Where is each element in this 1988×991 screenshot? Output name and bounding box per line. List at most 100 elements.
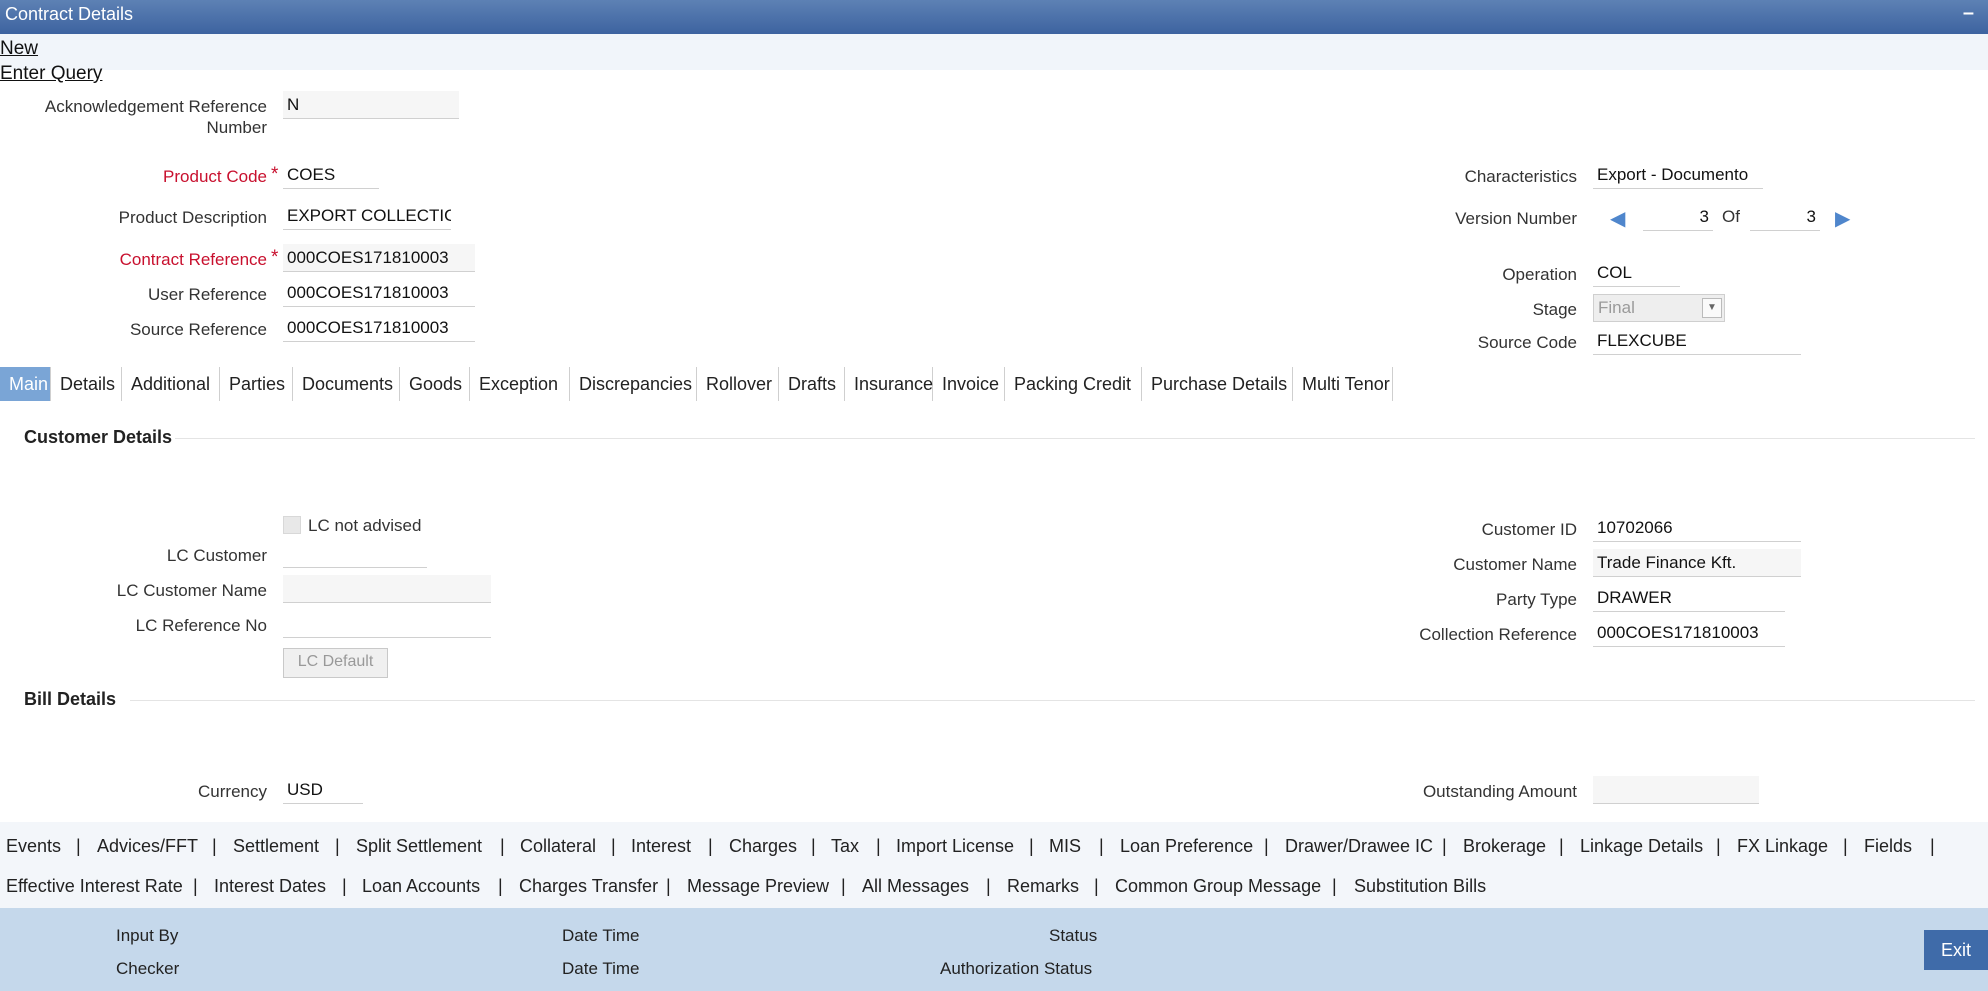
tab-main[interactable]: Main — [0, 367, 51, 401]
fx-linkage-link[interactable]: FX Linkage — [1737, 836, 1828, 857]
charges-link[interactable]: Charges — [729, 836, 797, 857]
drawer-drawee-ic-link[interactable]: Drawer/Drawee IC — [1285, 836, 1433, 857]
previous-version-icon[interactable]: ◀ — [1610, 206, 1625, 231]
brokerage-link[interactable]: Brokerage — [1463, 836, 1546, 857]
new-link[interactable]: New — [0, 38, 38, 60]
ack-ref-label: Acknowledgement Reference Number — [20, 96, 267, 138]
substitution-bills-link[interactable]: Substitution Bills — [1354, 876, 1486, 897]
lc-customer-field[interactable] — [283, 540, 427, 568]
separator: | — [1930, 836, 1935, 856]
contract-reference-field[interactable]: 000COES171810003 — [283, 244, 475, 272]
currency-field[interactable]: USD — [283, 776, 363, 804]
outstanding-amount-label: Outstanding Amount — [1422, 782, 1577, 801]
exit-button[interactable]: Exit — [1924, 930, 1988, 970]
operation-field[interactable]: COL — [1593, 259, 1680, 287]
mis-link[interactable]: MIS — [1049, 836, 1081, 857]
tab-discrepancies[interactable]: Discrepancies — [570, 367, 697, 401]
stage-select[interactable]: Final ▼ — [1593, 294, 1725, 322]
tab-multi-tenor[interactable]: Multi Tenor — [1293, 367, 1393, 401]
tax-link[interactable]: Tax — [831, 836, 859, 857]
interest-link[interactable]: Interest — [631, 836, 691, 857]
operation-label: Operation — [1502, 265, 1577, 284]
source-reference-field[interactable]: 000COES171810003 — [283, 314, 475, 342]
tab-insurance[interactable]: Insurance — [845, 367, 933, 401]
message-preview-link[interactable]: Message Preview — [687, 876, 829, 897]
advices-fft-link[interactable]: Advices/FFT — [97, 836, 198, 857]
split-settlement-link[interactable]: Split Settlement — [356, 836, 482, 857]
loan-preference-link[interactable]: Loan Preference — [1120, 836, 1253, 857]
separator: | — [1099, 836, 1104, 856]
interest-dates-link[interactable]: Interest Dates — [214, 876, 326, 897]
ack-ref-label-line1: Acknowledgement Reference — [44, 97, 267, 116]
product-description-label: Product Description — [118, 208, 267, 227]
separator: | — [1332, 876, 1337, 896]
product-code-field[interactable]: COES — [283, 161, 379, 189]
tab-purchase-details[interactable]: Purchase Details — [1142, 367, 1293, 401]
tab-goods[interactable]: Goods — [400, 367, 470, 401]
lc-customer-name-field[interactable] — [283, 575, 491, 603]
product-description-field[interactable]: EXPORT COLLECTIO — [283, 202, 451, 230]
remarks-link[interactable]: Remarks — [1007, 876, 1079, 897]
separator: | — [335, 836, 340, 856]
separator: | — [1029, 836, 1034, 856]
party-type-label: Party Type — [1496, 590, 1577, 609]
characteristics-label: Characteristics — [1464, 167, 1577, 186]
customer-details-heading: Customer Details — [24, 427, 173, 447]
separator: | — [708, 836, 713, 856]
enter-query-link[interactable]: Enter Query — [0, 63, 102, 85]
product-code-required-mark: * — [271, 164, 279, 185]
collection-reference-field[interactable]: 000COES171810003 — [1593, 619, 1785, 647]
minimize-icon[interactable]: – — [1963, 2, 1974, 25]
import-license-link[interactable]: Import License — [896, 836, 1014, 857]
loan-accounts-link[interactable]: Loan Accounts — [362, 876, 480, 897]
party-type-field[interactable]: DRAWER — [1593, 584, 1785, 612]
lc-not-advised-checkbox[interactable] — [283, 516, 301, 534]
tab-details[interactable]: Details — [51, 367, 122, 401]
separator: | — [986, 876, 991, 896]
tab-parties[interactable]: Parties — [220, 367, 293, 401]
customer-id-field[interactable]: 10702066 — [1593, 514, 1801, 542]
status-label: Status — [1049, 926, 1098, 945]
contract-reference-required-mark: * — [271, 247, 279, 268]
separator: | — [1843, 836, 1848, 856]
separator: | — [876, 836, 881, 856]
collection-reference-label: Collection Reference — [1419, 625, 1577, 644]
next-version-icon[interactable]: ▶ — [1835, 206, 1850, 231]
tab-invoice[interactable]: Invoice — [933, 367, 1005, 401]
version-total-field[interactable]: 3 — [1750, 203, 1820, 231]
separator: | — [342, 876, 347, 896]
ack-ref-field[interactable]: N — [283, 91, 459, 119]
source-code-field[interactable]: FLEXCUBE — [1593, 327, 1801, 355]
currency-label: Currency — [198, 782, 267, 801]
tab-rollover[interactable]: Rollover — [697, 367, 779, 401]
separator: | — [1442, 836, 1447, 856]
lc-default-button[interactable]: LC Default — [283, 648, 388, 678]
settlement-link[interactable]: Settlement — [233, 836, 319, 857]
events-link[interactable]: Events — [6, 836, 61, 857]
effective-interest-rate-link[interactable]: Effective Interest Rate — [6, 876, 183, 897]
checker-label: Checker — [116, 959, 180, 978]
stage-select-value: Final — [1598, 298, 1635, 317]
all-messages-link[interactable]: All Messages — [862, 876, 969, 897]
version-current-field[interactable]: 3 — [1643, 203, 1713, 231]
tab-documents[interactable]: Documents — [293, 367, 400, 401]
outstanding-amount-field[interactable] — [1593, 776, 1759, 804]
common-group-message-link[interactable]: Common Group Message — [1115, 876, 1321, 897]
lc-customer-label: LC Customer — [166, 546, 267, 565]
collateral-link[interactable]: Collateral — [520, 836, 596, 857]
linkage-details-link[interactable]: Linkage Details — [1580, 836, 1703, 857]
charges-transfer-link[interactable]: Charges Transfer — [519, 876, 658, 897]
tab-drafts[interactable]: Drafts — [779, 367, 845, 401]
fields-link[interactable]: Fields — [1864, 836, 1912, 857]
tab-exception[interactable]: Exception — [470, 367, 570, 401]
lc-customer-name-label: LC Customer Name — [116, 581, 267, 600]
lc-reference-field[interactable] — [283, 610, 491, 638]
ack-ref-label-line2: Number — [206, 118, 267, 137]
user-reference-field[interactable]: 000COES171810003 — [283, 279, 475, 307]
tab-additional[interactable]: Additional — [122, 367, 220, 401]
customer-name-field[interactable]: Trade Finance Kft. — [1593, 549, 1801, 577]
tab-bar: Main Details Additional Parties Document… — [0, 367, 1988, 403]
tab-packing-credit[interactable]: Packing Credit — [1005, 367, 1142, 401]
characteristics-field[interactable]: Export - Documento — [1593, 161, 1763, 189]
chevron-down-icon[interactable]: ▼ — [1702, 298, 1722, 318]
